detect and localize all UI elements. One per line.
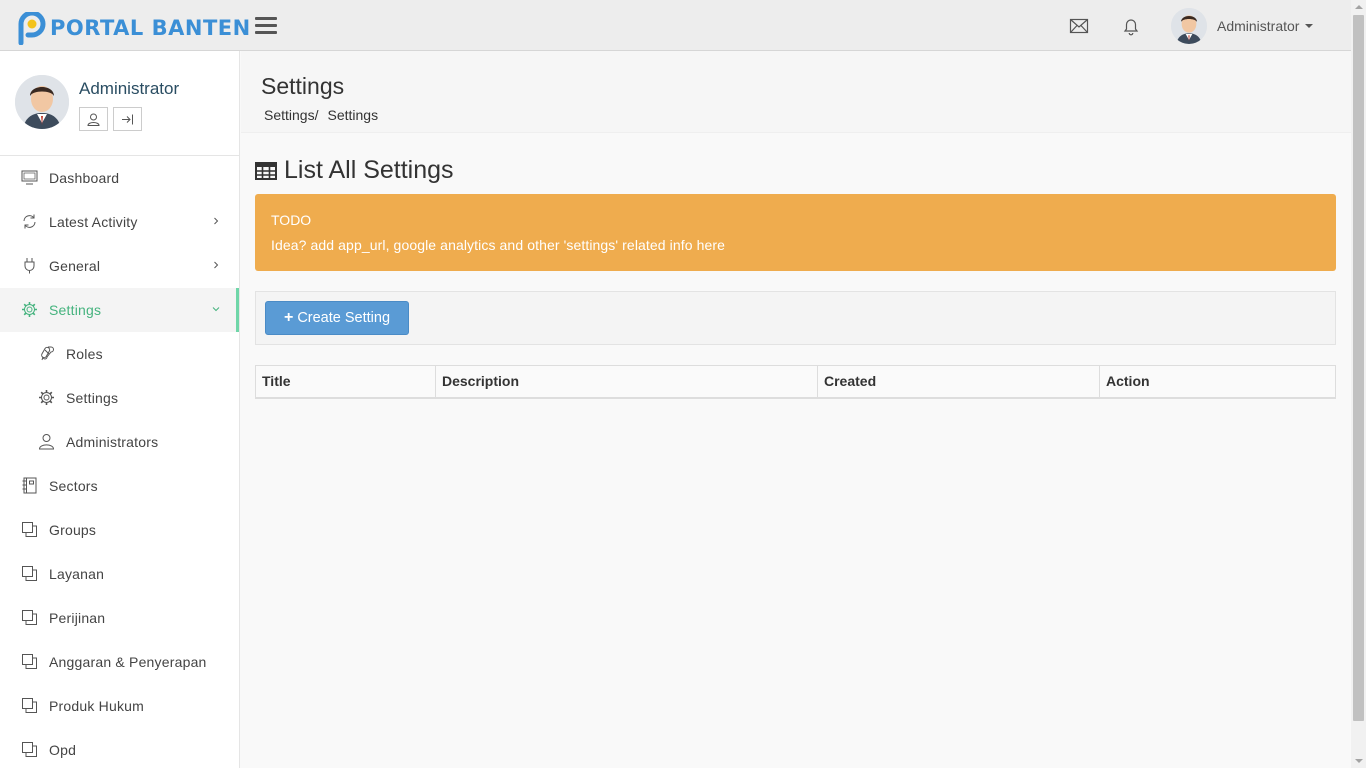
page-header: Settings Settings/Settings — [241, 51, 1351, 133]
logout-icon — [122, 114, 133, 124]
chevron-down-icon — [212, 307, 220, 312]
sidebar-item-label: Sectors — [49, 478, 98, 494]
sidebar-item-label: Latest Activity — [49, 214, 138, 230]
logout-button[interactable] — [113, 107, 142, 131]
create-setting-button[interactable]: + Create Setting — [265, 301, 409, 335]
column-header-description[interactable]: Description — [435, 365, 818, 399]
sidebar-item-label: Roles — [66, 346, 103, 362]
sidebar-item-roles[interactable]: Roles — [0, 332, 239, 376]
sidebar-item-label: Opd — [49, 742, 77, 758]
todo-alert: TODO Idea? add app_url, google analytics… — [255, 194, 1336, 271]
notebook-icon — [22, 477, 37, 494]
bell-icon[interactable] — [1121, 16, 1141, 36]
windows-icon — [22, 522, 37, 537]
scroll-up-arrow[interactable] — [1351, 0, 1366, 14]
caret-down-icon — [1305, 24, 1314, 28]
table-icon — [255, 161, 277, 180]
breadcrumb-item[interactable]: Settings/ — [264, 107, 318, 123]
windows-icon — [22, 566, 37, 581]
scroll-down-arrow[interactable] — [1351, 754, 1366, 768]
breadcrumb: Settings/Settings — [264, 107, 387, 123]
vertical-scrollbar[interactable] — [1351, 0, 1366, 768]
sidebar-item-produk-hukum[interactable]: Produk Hukum — [0, 684, 239, 728]
sidebar-item-label: Perijinan — [49, 610, 106, 626]
table-header-row: Title Description Created Action — [255, 365, 1336, 399]
avatar — [15, 75, 69, 129]
sidebar-item-administrators[interactable]: Administrators — [0, 420, 239, 464]
gear-icon — [22, 302, 37, 317]
windows-icon — [22, 610, 37, 625]
alert-text: Idea? add app_url, google analytics and … — [271, 237, 726, 253]
column-header-created[interactable]: Created — [817, 365, 1100, 399]
sidebar-item-settings-sub[interactable]: Settings — [0, 376, 239, 420]
avatar — [1171, 8, 1207, 44]
user-dropdown[interactable]: Administrator — [1171, 8, 1314, 44]
profile-name: Administrator — [79, 79, 180, 98]
windows-icon — [22, 654, 37, 669]
user-icon — [87, 113, 100, 126]
sidebar-item-label: Administrators — [66, 434, 159, 450]
monitor-icon — [21, 170, 38, 185]
sidebar-profile: Administrator — [0, 51, 239, 156]
sidebar-item-label: Groups — [49, 522, 97, 538]
sidebar-item-settings[interactable]: Settings — [0, 288, 239, 332]
sidebar-item-dashboard[interactable]: Dashboard — [0, 156, 239, 200]
list-heading: List All Settings — [255, 156, 454, 185]
sidebar-item-perijinan[interactable]: Perijinan — [0, 596, 239, 640]
sidebar-item-label: Settings — [66, 390, 119, 406]
plug-icon — [24, 258, 35, 274]
plus-icon: + — [283, 309, 294, 326]
breadcrumb-item-current: Settings — [327, 107, 379, 123]
sidebar-item-sectors[interactable]: Sectors — [0, 464, 239, 508]
page-title: Settings — [261, 73, 345, 99]
sidebar-item-label: Anggaran & Penyerapan — [49, 654, 207, 670]
sidebar: Administrator Dashboard Latest Activity … — [0, 51, 240, 768]
brand-logo[interactable]: PORTAL BANTEN — [17, 11, 251, 45]
alert-title: TODO — [271, 212, 312, 228]
sidebar-item-layanan[interactable]: Layanan — [0, 552, 239, 596]
portal-logo-icon — [18, 11, 46, 45]
column-header-title[interactable]: Title — [255, 365, 436, 399]
scroll-thumb[interactable] — [1353, 15, 1364, 721]
envelope-icon[interactable] — [1069, 16, 1089, 36]
create-setting-label: Create Setting — [297, 310, 391, 326]
column-header-action[interactable]: Action — [1099, 365, 1336, 399]
brand-name: PORTAL BANTEN — [50, 16, 251, 40]
sidebar-item-groups[interactable]: Groups — [0, 508, 239, 552]
list-heading-text: List All Settings — [284, 156, 454, 184]
user-name: Administrator — [1217, 18, 1300, 34]
chevron-right-icon — [214, 261, 219, 269]
settings-table: Title Description Created Action — [255, 365, 1336, 399]
profile-button[interactable] — [79, 107, 108, 131]
windows-icon — [22, 698, 37, 713]
sidebar-item-label: Produk Hukum — [49, 698, 144, 714]
sidebar-item-latest-activity[interactable]: Latest Activity — [0, 200, 239, 244]
sidebar-item-label: Settings — [49, 302, 102, 318]
sidebar-item-general[interactable]: General — [0, 244, 239, 288]
sidebar-item-label: Layanan — [49, 566, 105, 582]
link-icon — [41, 346, 54, 361]
sidebar-item-opd[interactable]: Opd — [0, 728, 239, 768]
sidebar-item-anggaran-penyerapan[interactable]: Anggaran & Penyerapan — [0, 640, 239, 684]
top-navbar: PORTAL BANTEN Administrator — [0, 0, 1351, 51]
user-icon — [38, 434, 55, 450]
action-toolbar: + Create Setting — [255, 291, 1336, 345]
chevron-right-icon — [214, 217, 219, 225]
windows-icon — [22, 742, 37, 757]
refresh-icon — [23, 214, 36, 229]
hamburger-icon[interactable] — [255, 17, 277, 35]
gear-icon — [39, 390, 54, 405]
sidebar-item-label: Dashboard — [49, 170, 120, 186]
sidebar-item-label: General — [49, 258, 101, 274]
